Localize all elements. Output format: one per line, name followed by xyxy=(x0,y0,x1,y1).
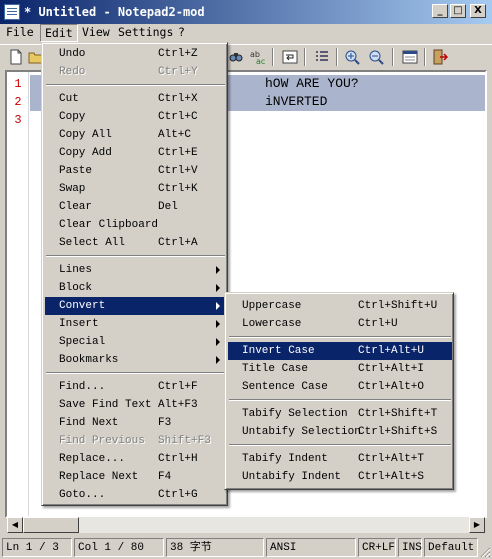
spellcheck-icon[interactable]: ab ac xyxy=(250,49,266,66)
menu-item-lines[interactable]: Lines xyxy=(45,261,226,279)
menu-item-swap[interactable]: Swap Ctrl+K xyxy=(45,180,226,198)
menu-item-find-previous[interactable]: Find Previous Shift+F3 xyxy=(45,432,226,450)
submenu-arrow-icon xyxy=(216,356,220,364)
zoom-out-icon[interactable] xyxy=(368,49,384,65)
text-line[interactable]: hOW ARE YOU? xyxy=(265,76,359,91)
status-size: 38 字节 xyxy=(166,538,264,557)
menu-item-tabify-indent[interactable]: Tabify Indent Ctrl+Alt+T xyxy=(228,450,452,468)
menu-item-select-all[interactable]: Select All Ctrl+A xyxy=(45,234,226,252)
settings-icon[interactable] xyxy=(402,49,418,65)
menu-item-undo[interactable]: Undo Ctrl+Z xyxy=(45,45,226,63)
menu-item-special[interactable]: Special xyxy=(45,333,226,351)
menu-item-sentence-case[interactable]: Sentence Case Ctrl+Alt+O xyxy=(228,378,452,396)
line-number: 2 xyxy=(14,95,22,109)
minimize-button[interactable]: _ xyxy=(432,4,448,18)
scroll-left-icon[interactable]: ◀ xyxy=(7,517,23,533)
horizontal-scrollbar[interactable]: ◀ ▶ xyxy=(7,517,485,533)
menu-item-uppercase[interactable]: Uppercase Ctrl+Shift+U xyxy=(228,297,452,315)
notepad-app-icon[interactable] xyxy=(4,4,20,20)
new-file-icon[interactable] xyxy=(8,49,24,65)
menu-bar: File Edit View Settings ? xyxy=(0,24,492,44)
menu-item-copy-all[interactable]: Copy All Alt+C xyxy=(45,126,226,144)
menu-edit[interactable]: Edit xyxy=(40,24,78,42)
zoom-in-icon[interactable] xyxy=(344,49,360,65)
window-title: * Untitled - Notepad2-mod xyxy=(24,5,205,19)
menu-item-title-case[interactable]: Title Case Ctrl+Alt+I xyxy=(228,360,452,378)
menu-item-replace[interactable]: Replace... Ctrl+H xyxy=(45,450,226,468)
menu-item-clear[interactable]: Clear Del xyxy=(45,198,226,216)
status-scheme[interactable]: Default xyxy=(424,538,478,557)
menu-item-untabify-indent[interactable]: Untabify Indent Ctrl+Alt+S xyxy=(228,468,452,486)
menu-item-save-find-text[interactable]: Save Find Text Alt+F3 xyxy=(45,396,226,414)
menu-item-find[interactable]: Find... Ctrl+F xyxy=(45,378,226,396)
menu-item-invert-case[interactable]: Invert Case Ctrl+Alt+U xyxy=(228,342,452,360)
line-numbers-icon[interactable] xyxy=(314,49,330,65)
edit-menu: Undo Ctrl+Z Redo Ctrl+Y Cut Ctrl+X Copy Ctrl… xyxy=(41,42,228,506)
menu-item-replace-next[interactable]: Replace Next F4 xyxy=(45,468,226,486)
scrollbar-thumb[interactable] xyxy=(23,517,79,533)
status-bar: Ln 1 / 3 Col 1 / 80 38 字节 ANSI CR+LF INS… xyxy=(0,536,492,559)
status-line-endings[interactable]: CR+LF xyxy=(358,538,396,557)
menu-item-paste[interactable]: Paste Ctrl+V xyxy=(45,162,226,180)
menu-item-convert[interactable]: Convert xyxy=(45,297,226,315)
word-wrap-icon[interactable] xyxy=(282,49,298,65)
menu-item-find-next[interactable]: Find Next F3 xyxy=(45,414,226,432)
submenu-arrow-icon xyxy=(216,338,220,346)
menu-item-redo[interactable]: Redo Ctrl+Y xyxy=(45,63,226,81)
exit-icon[interactable] xyxy=(432,49,449,65)
menu-file[interactable]: File xyxy=(2,24,38,42)
menu-item-block[interactable]: Block xyxy=(45,279,226,297)
menu-item-lowercase[interactable]: Lowercase Ctrl+U xyxy=(228,315,452,333)
menu-help[interactable]: ? xyxy=(174,24,189,42)
menu-item-cut[interactable]: Cut Ctrl+X xyxy=(45,90,226,108)
menu-item-bookmarks[interactable]: Bookmarks xyxy=(45,351,226,369)
menu-view[interactable]: View xyxy=(78,24,114,42)
submenu-arrow-icon xyxy=(216,320,220,328)
status-mode[interactable]: INS xyxy=(398,538,422,557)
status-column: Col 1 / 80 xyxy=(74,538,164,557)
menu-item-tabify-selection[interactable]: Tabify Selection Ctrl+Shift+T xyxy=(228,405,452,423)
line-number: 3 xyxy=(14,113,22,127)
maximize-button[interactable]: □ xyxy=(450,4,466,18)
submenu-arrow-icon xyxy=(216,302,220,310)
find-icon[interactable] xyxy=(228,49,244,65)
menu-settings[interactable]: Settings xyxy=(114,24,177,42)
status-encoding[interactable]: ANSI xyxy=(266,538,356,557)
menu-item-goto[interactable]: Goto... Ctrl+G xyxy=(45,486,226,504)
submenu-arrow-icon xyxy=(216,266,220,274)
menu-item-insert[interactable]: Insert xyxy=(45,315,226,333)
menu-item-clear-clipboard[interactable]: Clear Clipboard xyxy=(45,216,226,234)
scroll-right-icon[interactable]: ▶ xyxy=(469,517,485,533)
svg-text:ac: ac xyxy=(256,57,265,65)
title-bar: * Untitled - Notepad2-mod _ □ X xyxy=(0,0,492,24)
status-line: Ln 1 / 3 xyxy=(2,538,72,557)
menu-item-untabify-selection[interactable]: Untabify Selection Ctrl+Shift+S xyxy=(228,423,452,441)
close-button[interactable]: X xyxy=(470,4,486,18)
resize-grip-icon[interactable] xyxy=(479,546,491,558)
text-line[interactable]: iNVERTED xyxy=(265,94,327,109)
menu-item-copy-add[interactable]: Copy Add Ctrl+E xyxy=(45,144,226,162)
submenu-arrow-icon xyxy=(216,284,220,292)
menu-item-copy[interactable]: Copy Ctrl+C xyxy=(45,108,226,126)
line-number: 1 xyxy=(14,77,22,91)
line-number-gutter: 1 2 3 xyxy=(7,72,29,516)
convert-submenu: Uppercase Ctrl+Shift+U Lowercase Ctrl+U In… xyxy=(224,292,454,490)
